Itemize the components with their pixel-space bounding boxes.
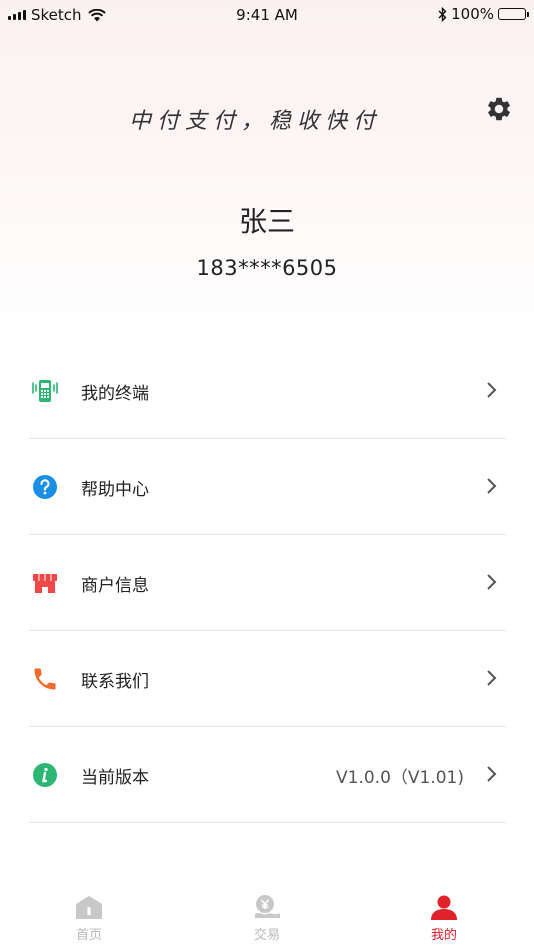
user-phone: 183****6505 [196,256,338,280]
user-name: 张三 [238,205,295,238]
profile-header [0,0,534,340]
tab-transaction[interactable]: 交易 [207,892,327,943]
bluetooth-icon [438,6,447,22]
profile-icon [431,895,457,920]
menu-item-label: 我的终端 [81,384,149,404]
tab-bar: 首页 交易 我的 [0,888,534,950]
menu-item-label: 帮助中心 [81,480,149,500]
profile-menu: 我的终端 帮助中心 商户信息 联系我们 当前版本 V1.0.0（V1.01) [0,343,534,823]
slogan: 中付支付，稳收快付 [128,109,381,134]
tab-profile[interactable]: 我的 [384,892,504,943]
menu-item-terminal[interactable]: 我的终端 [28,343,506,439]
transaction-icon [255,895,280,918]
home-icon [76,896,102,919]
store-icon [33,574,57,593]
menu-item-contact[interactable]: 联系我们 [28,631,506,727]
menu-item-label: 商户信息 [81,576,149,596]
menu-item-label: 联系我们 [81,672,149,692]
chevron-right-icon [487,478,497,494]
status-right: 100% [438,5,529,23]
version-value: V1.0.0（V1.01) [336,768,464,788]
status-bar: Sketch 9:41 AM 100% [0,0,534,30]
tab-label: 我的 [430,928,457,943]
tab-label: 首页 [75,928,102,943]
menu-item-merchant[interactable]: 商户信息 [28,535,506,631]
help-icon [33,475,57,499]
battery-icon [498,8,529,20]
chevron-right-icon [487,670,497,686]
chevron-right-icon [487,574,497,590]
terminal-icon [32,380,58,402]
info-icon [33,763,57,787]
chevron-right-icon [487,766,497,782]
phone-icon [34,668,56,690]
menu-item-label: 当前版本 [81,768,149,788]
tab-label: 交易 [253,928,280,943]
menu-item-version[interactable]: 当前版本 V1.0.0（V1.01) [28,727,506,823]
menu-item-help[interactable]: 帮助中心 [28,439,506,535]
chevron-right-icon [487,382,497,398]
settings-gear-icon[interactable] [485,95,513,123]
tab-home[interactable]: 首页 [29,892,149,943]
battery-percent: 100% [451,5,494,23]
